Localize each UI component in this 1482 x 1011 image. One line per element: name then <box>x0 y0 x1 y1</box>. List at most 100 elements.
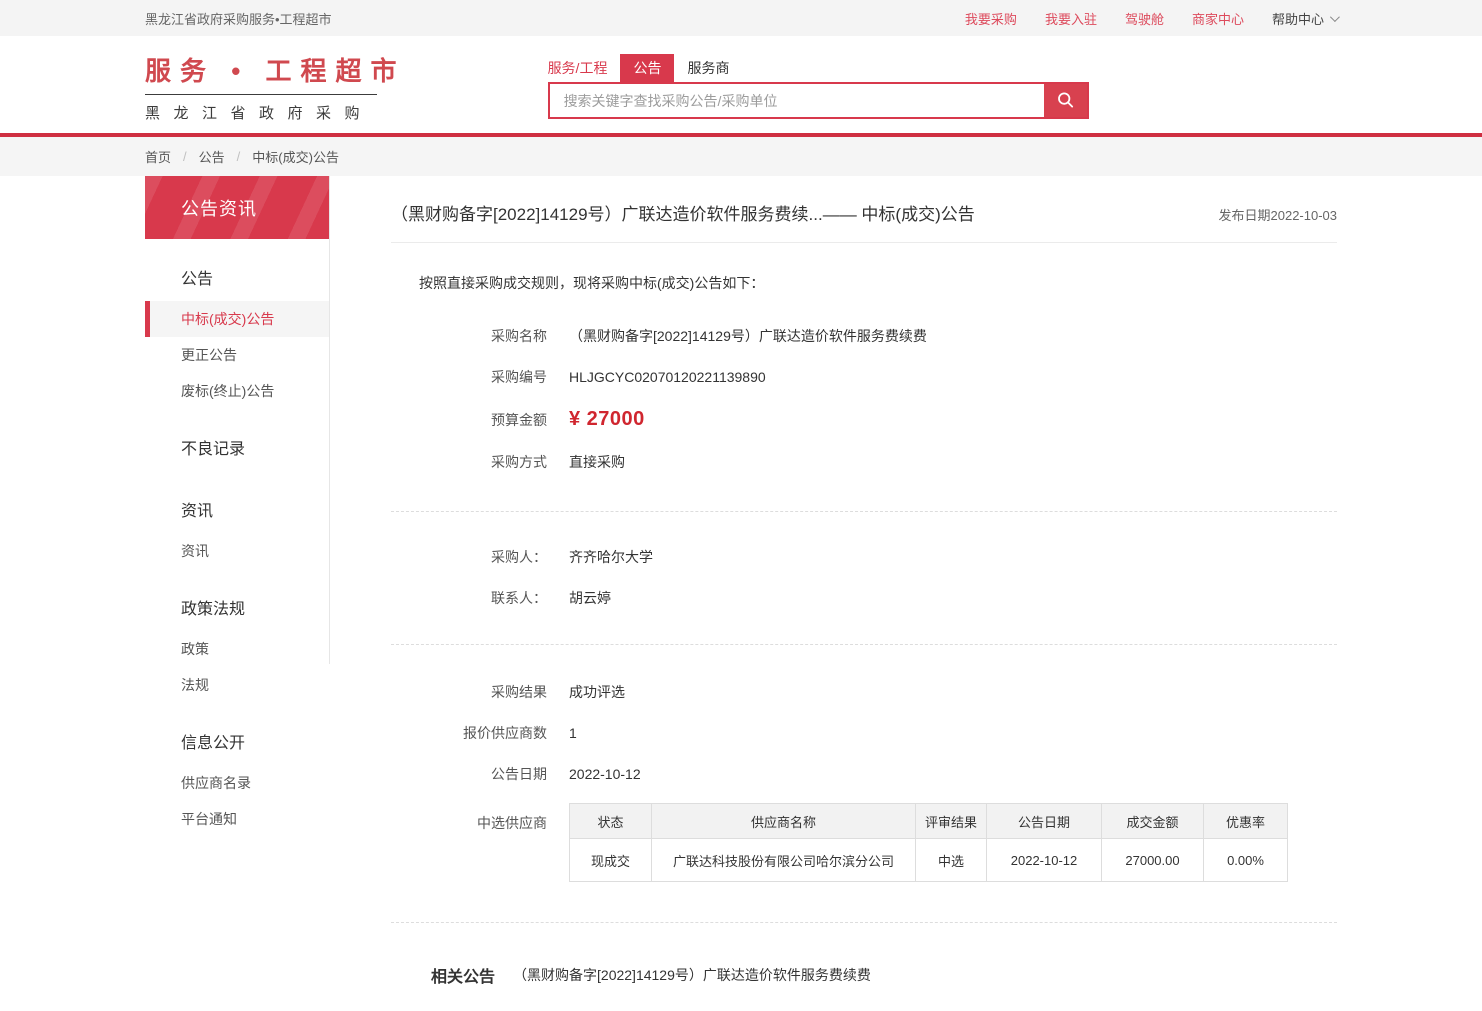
sidebar-group-title: 公告 <box>145 253 329 301</box>
logo-subtitle: 黑龙江省政府采购 <box>145 102 406 123</box>
field-procurement-result: 采购结果 成功评选 <box>391 682 1337 702</box>
topnav-help-center[interactable]: 帮助中心 <box>1272 9 1337 28</box>
field-label: 采购人： <box>391 547 547 567</box>
cell-status: 现成交 <box>570 839 652 882</box>
field-label: 采购结果 <box>391 682 547 702</box>
sidebar-item-award-announcements[interactable]: 中标(成交)公告 <box>145 301 329 337</box>
related-announcements: 相关公告 （黑财购备字[2022]14129号）广联达造价软件服务费续费 <box>391 963 1337 1011</box>
related-section-divider <box>391 922 1337 923</box>
field-announcement-date: 公告日期 2022-10-12 <box>391 764 1337 784</box>
search-tabs: 服务/工程 公告 服务商 <box>548 54 1089 82</box>
topnav-link-merchant-center[interactable]: 商家中心 <box>1192 9 1244 28</box>
top-nav: 我要采购 我要入驻 驾驶舱 商家中心 帮助中心 <box>965 9 1337 28</box>
breadcrumb-current: 中标(成交)公告 <box>252 147 339 166</box>
col-review-result: 评审结果 <box>916 804 987 839</box>
site-logo[interactable]: 服务 • 工程超市 黑龙江省政府采购 <box>145 51 406 123</box>
sidebar-group-news: 资讯 资讯 <box>145 485 329 569</box>
sidebar-item-cancelled-announcements[interactable]: 废标(终止)公告 <box>145 373 329 409</box>
field-procurement-method: 采购方式 直接采购 <box>391 452 1337 472</box>
award-table-header-row: 状态 供应商名称 评审结果 公告日期 成交金额 优惠率 <box>570 804 1288 839</box>
field-value: 成功评选 <box>569 682 625 702</box>
sidebar-item-platform-notices[interactable]: 平台通知 <box>145 801 329 837</box>
field-label: 公告日期 <box>391 764 547 784</box>
cell-announce-date: 2022-10-12 <box>987 839 1102 882</box>
field-bidder-count: 报价供应商数 1 <box>391 723 1337 743</box>
cell-deal-amount: 27000.00 <box>1102 839 1204 882</box>
field-procurement-name: 采购名称 （黑财购备字[2022]14129号）广联达造价软件服务费续费 <box>391 326 1337 346</box>
help-center-label: 帮助中心 <box>1272 9 1324 28</box>
sidebar-group-title: 资讯 <box>145 485 329 533</box>
search-box <box>548 82 1089 119</box>
site-title: 黑龙江省政府采购服务•工程超市 <box>145 9 332 28</box>
sidebar: 公告资讯 公告 中标(成交)公告 更正公告 废标(终止)公告 不良记录 资讯 资… <box>145 176 329 837</box>
sidebar-group-title: 信息公开 <box>145 717 329 765</box>
sidebar-group-bad-records: 不良记录 <box>145 423 329 471</box>
breadcrumb-bar: 首页 / 公告 / 中标(成交)公告 <box>0 137 1482 176</box>
budget-amount: ¥ 27000 <box>569 408 645 431</box>
sidebar-group-title: 不良记录 <box>145 423 329 471</box>
col-discount-rate: 优惠率 <box>1204 804 1288 839</box>
cell-supplier-name: 广联达科技股份有限公司哈尔滨分公司 <box>652 839 916 882</box>
buyer-section: 采购人： 齐齐哈尔大学 联系人： 胡云婷 <box>391 511 1337 608</box>
sidebar-item-news[interactable]: 资讯 <box>145 533 329 569</box>
tab-announcements[interactable]: 公告 <box>620 54 674 82</box>
field-label: 联系人： <box>391 588 547 608</box>
search-button[interactable] <box>1044 84 1087 117</box>
article-header: （黑财购备字[2022]14129号）广联达造价软件服务费续...—— 中标(成… <box>391 200 1337 243</box>
topnav-link-join[interactable]: 我要入驻 <box>1045 9 1097 28</box>
field-value: （黑财购备字[2022]14129号）广联达造价软件服务费续费 <box>569 326 927 346</box>
publish-date: 发布日期2022-10-03 <box>1219 205 1338 224</box>
award-table-row: 现成交 广联达科技股份有限公司哈尔滨分公司 中选 2022-10-12 2700… <box>570 839 1288 882</box>
breadcrumb-separator: / <box>237 149 241 164</box>
sidebar-group-policies: 政策法规 政策 法规 <box>145 583 329 703</box>
breadcrumb-home[interactable]: 首页 <box>145 147 171 166</box>
field-label: 采购名称 <box>391 326 547 346</box>
search-area: 服务/工程 公告 服务商 <box>548 54 1089 119</box>
article-intro: 按照直接采购成交规则，现将采购中标(成交)公告如下： <box>419 273 1337 293</box>
main-area: 公告资讯 公告 中标(成交)公告 更正公告 废标(终止)公告 不良记录 资讯 资… <box>0 176 1482 1011</box>
search-icon <box>1056 91 1075 110</box>
page-title: （黑财购备字[2022]14129号）广联达造价软件服务费续...—— 中标(成… <box>391 200 975 225</box>
cell-review-result: 中选 <box>916 839 987 882</box>
logo-title: 服务 • 工程超市 <box>145 51 406 88</box>
topnav-link-buy[interactable]: 我要采购 <box>965 9 1017 28</box>
field-label: 预算金额 <box>391 410 547 430</box>
col-deal-amount: 成交金额 <box>1102 804 1204 839</box>
chevron-down-icon <box>1330 12 1340 22</box>
field-value: 齐齐哈尔大学 <box>569 547 653 567</box>
field-value: 2022-10-12 <box>569 766 641 782</box>
field-label: 中选供应商 <box>391 803 547 833</box>
basic-info-section: 采购名称 （黑财购备字[2022]14129号）广联达造价软件服务费续费 采购编… <box>391 326 1337 472</box>
field-label: 报价供应商数 <box>391 723 547 743</box>
breadcrumb-announcements[interactable]: 公告 <box>199 147 225 166</box>
field-value: 直接采购 <box>569 452 625 472</box>
field-label: 采购编号 <box>391 367 547 387</box>
related-announcement-link[interactable]: （黑财购备字[2022]14129号）广联达造价软件服务费续费 <box>513 965 871 985</box>
topnav-link-cockpit[interactable]: 驾驶舱 <box>1125 9 1164 28</box>
field-value: 胡云婷 <box>569 588 611 608</box>
tab-suppliers[interactable]: 服务商 <box>674 54 742 82</box>
award-table: 状态 供应商名称 评审结果 公告日期 成交金额 优惠率 现成交 <box>569 803 1288 882</box>
field-buyer: 采购人： 齐齐哈尔大学 <box>391 547 1337 567</box>
breadcrumb-separator: / <box>183 149 187 164</box>
field-contact-person: 联系人： 胡云婷 <box>391 588 1337 608</box>
sidebar-item-regulation[interactable]: 法规 <box>145 667 329 703</box>
sidebar-group-title: 政策法规 <box>145 583 329 631</box>
logo-divider <box>145 94 377 95</box>
sidebar-item-supplier-directory[interactable]: 供应商名录 <box>145 765 329 801</box>
col-status: 状态 <box>570 804 652 839</box>
sidebar-item-correction-announcements[interactable]: 更正公告 <box>145 337 329 373</box>
col-supplier-name: 供应商名称 <box>652 804 916 839</box>
site-header: 服务 • 工程超市 黑龙江省政府采购 服务/工程 公告 服务商 <box>0 36 1482 133</box>
tab-services-projects[interactable]: 服务/工程 <box>548 54 621 82</box>
winner-section: 中选供应商 状态 供应商名称 评审结果 公告日期 <box>391 803 1337 882</box>
result-section: 采购结果 成功评选 报价供应商数 1 公告日期 2022-10-12 中选供应商 <box>391 644 1337 882</box>
sidebar-header: 公告资讯 <box>145 176 329 239</box>
article-content: （黑财购备字[2022]14129号）广联达造价软件服务费续...—— 中标(成… <box>391 176 1337 1011</box>
field-procurement-number: 采购编号 HLJGCYC02070120221139890 <box>391 367 1337 387</box>
field-budget-amount: 预算金额 ¥ 27000 <box>391 408 1337 431</box>
top-utility-bar: 黑龙江省政府采购服务•工程超市 我要采购 我要入驻 驾驶舱 商家中心 帮助中心 <box>0 0 1482 36</box>
sidebar-group-disclosure: 信息公开 供应商名录 平台通知 <box>145 717 329 837</box>
sidebar-item-policy[interactable]: 政策 <box>145 631 329 667</box>
search-input[interactable] <box>550 84 1044 117</box>
